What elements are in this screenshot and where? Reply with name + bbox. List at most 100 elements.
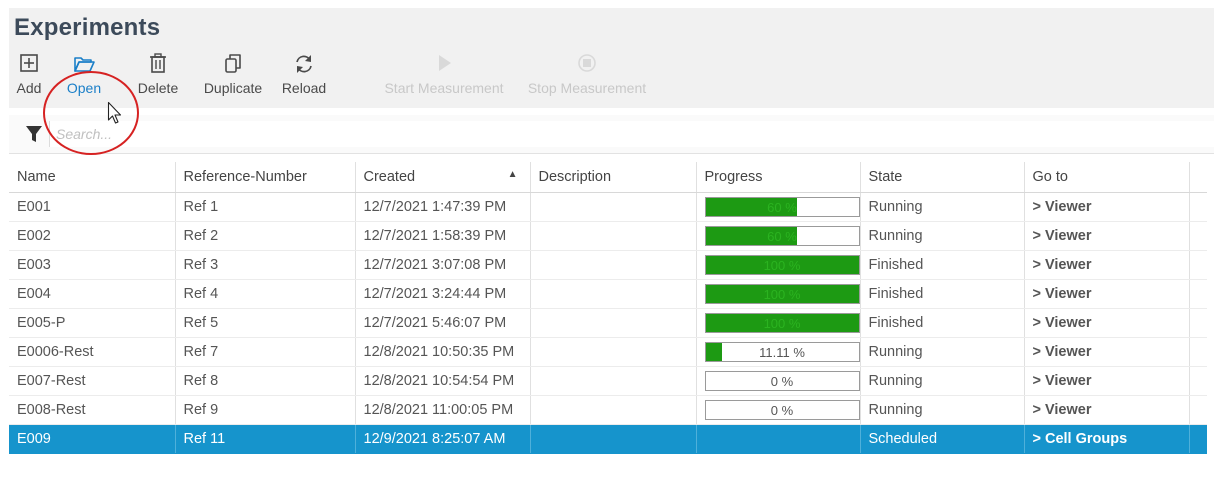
cell-filler bbox=[1189, 279, 1207, 309]
stop-measurement-button[interactable]: Stop Measurement bbox=[517, 52, 657, 96]
trash-icon bbox=[150, 53, 166, 73]
cell-reference-number: Ref 2 bbox=[175, 221, 356, 251]
column-header-created-label: Created bbox=[363, 168, 416, 185]
cell-state: Running bbox=[860, 221, 1025, 251]
go-to-link[interactable]: > Viewer bbox=[1024, 192, 1190, 222]
play-icon bbox=[439, 55, 451, 71]
go-to-link[interactable]: > Viewer bbox=[1024, 308, 1190, 338]
folder-open-icon bbox=[74, 57, 95, 72]
go-to-link[interactable]: > Viewer bbox=[1024, 395, 1190, 425]
cell-description bbox=[530, 192, 697, 222]
cell-name: E009 bbox=[9, 424, 176, 454]
stop-measurement-label: Stop Measurement bbox=[527, 80, 647, 96]
table-row[interactable]: E001 Ref 1 12/7/2021 1:47:39 PM 60 % Running… bbox=[9, 192, 1207, 222]
column-header-go-to[interactable]: Go to bbox=[1024, 162, 1190, 193]
go-to-link[interactable]: > Viewer bbox=[1024, 279, 1190, 309]
search-input[interactable] bbox=[49, 121, 1214, 147]
cell-created: 12/8/2021 10:50:35 PM bbox=[355, 337, 531, 367]
delete-button-label: Delete bbox=[137, 80, 179, 96]
progress-bar: 100 % bbox=[704, 254, 859, 275]
duplicate-icon bbox=[225, 54, 241, 73]
column-header-reference-number[interactable]: Reference-Number bbox=[175, 162, 356, 193]
progress-label: 11.11 % bbox=[759, 344, 805, 360]
progress-label: 100 % bbox=[763, 286, 801, 302]
reload-icon bbox=[296, 55, 312, 73]
open-button[interactable]: Open bbox=[62, 52, 106, 96]
duplicate-button[interactable]: Duplicate bbox=[197, 52, 269, 96]
progress-bar: 60 % bbox=[704, 196, 859, 217]
cell-reference-number: Ref 5 bbox=[175, 308, 356, 338]
cell-reference-number: Ref 7 bbox=[175, 337, 356, 367]
table-row[interactable]: E004 Ref 4 12/7/2021 3:24:44 PM 100 % Finish… bbox=[9, 279, 1207, 309]
cell-reference-number: Ref 11 bbox=[175, 424, 356, 454]
cell-progress: 0 % bbox=[696, 366, 861, 396]
add-button[interactable]: Add bbox=[12, 52, 46, 96]
cell-description bbox=[530, 308, 697, 338]
cell-description bbox=[530, 221, 697, 251]
go-to-link[interactable]: > Viewer bbox=[1024, 250, 1190, 280]
table-row[interactable]: E0006-Rest Ref 7 12/8/2021 10:50:35 PM 11.1… bbox=[9, 337, 1207, 367]
start-measurement-button[interactable]: Start Measurement bbox=[374, 52, 514, 96]
filter-icon[interactable] bbox=[25, 125, 43, 143]
progress-bar: 100 % bbox=[704, 312, 859, 333]
cell-created: 12/7/2021 5:46:07 PM bbox=[355, 308, 531, 338]
column-header-progress[interactable]: Progress bbox=[696, 162, 861, 193]
go-to-link[interactable]: > Viewer bbox=[1024, 366, 1190, 396]
progress-label: 0 % bbox=[770, 402, 794, 418]
add-button-label: Add bbox=[16, 80, 42, 96]
cell-name: E008-Rest bbox=[9, 395, 176, 425]
duplicate-button-label: Duplicate bbox=[203, 80, 263, 96]
cell-reference-number: Ref 3 bbox=[175, 250, 356, 280]
reload-button-label: Reload bbox=[281, 80, 327, 96]
delete-button[interactable]: Delete bbox=[134, 52, 182, 96]
progress-label: 60 % bbox=[767, 199, 797, 215]
table-row[interactable]: E008-Rest Ref 9 12/8/2021 11:00:05 PM 0 % Ru… bbox=[9, 395, 1207, 425]
cell-filler bbox=[1189, 337, 1207, 367]
cell-progress: 100 % bbox=[696, 250, 861, 280]
cell-created: 12/7/2021 3:07:08 PM bbox=[355, 250, 531, 280]
go-to-link[interactable]: > Viewer bbox=[1024, 221, 1190, 251]
cell-description bbox=[530, 337, 697, 367]
column-header-state[interactable]: State bbox=[860, 162, 1025, 193]
table-row[interactable]: E009 Ref 11 12/9/2021 8:25:07 AM Scheduled >… bbox=[9, 424, 1207, 454]
table-row[interactable]: E005-P Ref 5 12/7/2021 5:46:07 PM 100 % Fini… bbox=[9, 308, 1207, 338]
cell-filler bbox=[1189, 250, 1207, 280]
progress-label: 60 % bbox=[767, 228, 797, 244]
cell-name: E001 bbox=[9, 192, 176, 222]
table-row[interactable]: E007-Rest Ref 8 12/8/2021 10:54:54 PM 0 % Ru… bbox=[9, 366, 1207, 396]
stop-icon bbox=[578, 54, 596, 72]
progress-bar: 100 % bbox=[704, 283, 859, 304]
cell-created: 12/7/2021 3:24:44 PM bbox=[355, 279, 531, 309]
column-header-name[interactable]: Name bbox=[9, 162, 176, 193]
cell-filler bbox=[1189, 192, 1207, 222]
table-header-row: Name Reference-Number Created ▲ Descript… bbox=[9, 162, 1207, 193]
experiments-table: Name Reference-Number Created ▲ Descript… bbox=[9, 162, 1207, 454]
reload-button[interactable]: Reload bbox=[275, 52, 333, 96]
progress-label: 100 % bbox=[763, 315, 801, 331]
cell-reference-number: Ref 8 bbox=[175, 366, 356, 396]
cell-description bbox=[530, 366, 697, 396]
cell-state: Running bbox=[860, 337, 1025, 367]
cell-reference-number: Ref 4 bbox=[175, 279, 356, 309]
cell-name: E007-Rest bbox=[9, 366, 176, 396]
cell-name: E003 bbox=[9, 250, 176, 280]
column-header-created[interactable]: Created ▲ bbox=[355, 162, 531, 193]
cell-state: Running bbox=[860, 395, 1025, 425]
go-to-link[interactable]: > Viewer bbox=[1024, 337, 1190, 367]
cell-state: Running bbox=[860, 366, 1025, 396]
table-row[interactable]: E002 Ref 2 12/7/2021 1:58:39 PM 60 % Running… bbox=[9, 221, 1207, 251]
cell-progress: 11.11 % bbox=[696, 337, 861, 367]
cell-state: Scheduled bbox=[860, 424, 1025, 454]
cell-state: Finished bbox=[860, 250, 1025, 280]
column-header-description[interactable]: Description bbox=[530, 162, 697, 193]
cell-created: 12/9/2021 8:25:07 AM bbox=[355, 424, 531, 454]
cell-name: E002 bbox=[9, 221, 176, 251]
go-to-link[interactable]: > Cell Groups bbox=[1024, 424, 1190, 454]
filter-bar bbox=[9, 115, 1214, 154]
cell-filler bbox=[1189, 366, 1207, 396]
progress-bar: 11.11 % bbox=[704, 341, 859, 362]
progress-bar: 0 % bbox=[704, 399, 859, 420]
page-title: Experiments bbox=[14, 14, 161, 41]
cell-filler bbox=[1189, 395, 1207, 425]
table-row[interactable]: E003 Ref 3 12/7/2021 3:07:08 PM 100 % Finish… bbox=[9, 250, 1207, 280]
